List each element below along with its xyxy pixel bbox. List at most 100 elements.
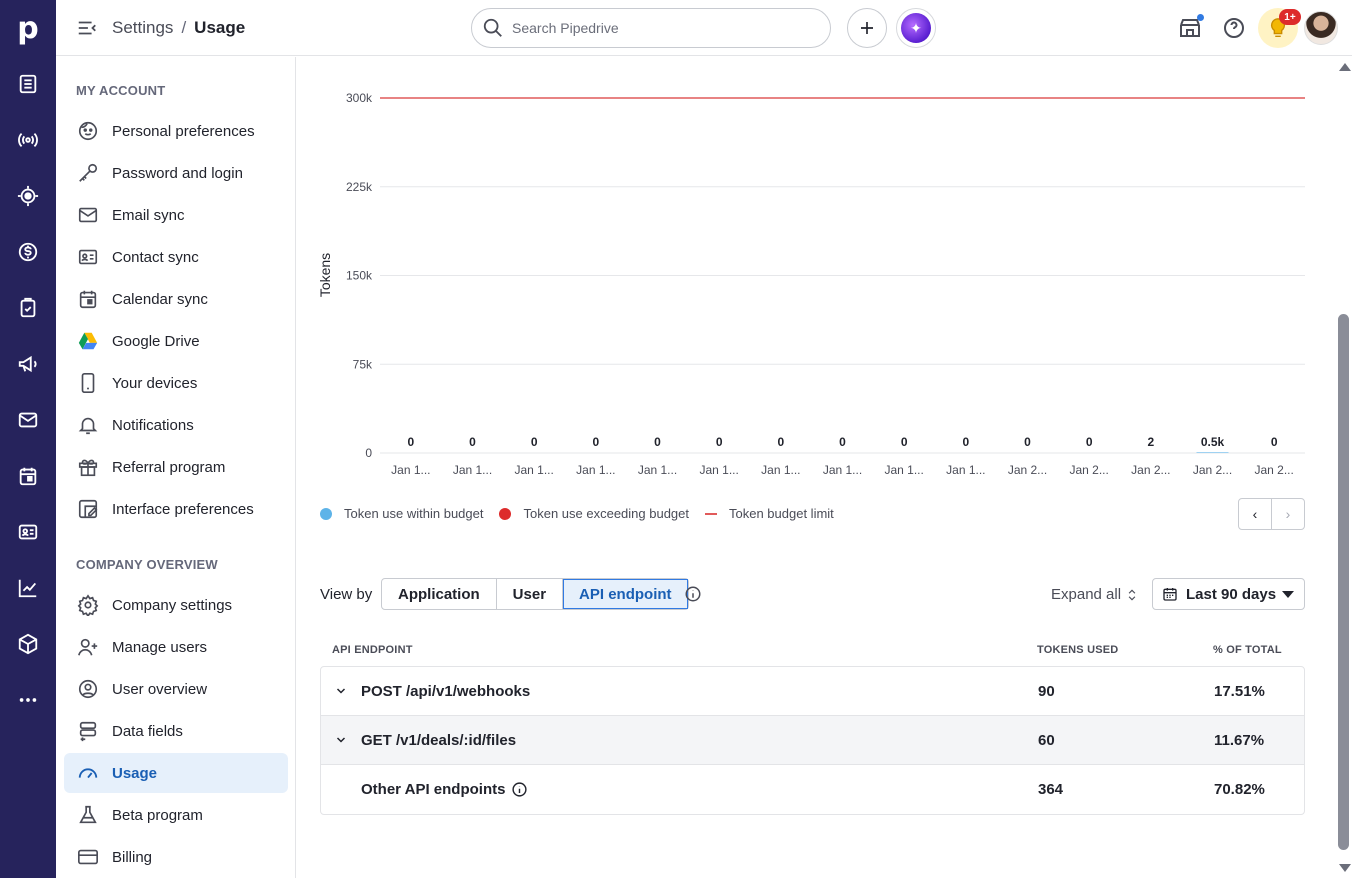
legend-exceeding-budget: Token use exceeding budget <box>499 506 689 521</box>
key-icon <box>76 161 100 185</box>
user-circle-icon <box>76 677 100 701</box>
search-box[interactable] <box>471 8 831 48</box>
sidebar-item-data-fields[interactable]: Data fields <box>64 711 288 751</box>
x-tick-label: Jan 1... <box>884 463 923 477</box>
ai-assistant-button[interactable]: ✦ <box>896 8 936 48</box>
users-icon <box>76 635 100 659</box>
pipedrive-logo[interactable]: p <box>0 0 56 56</box>
column-percent-total[interactable]: % OF TOTAL <box>1213 644 1282 656</box>
help-icon[interactable] <box>1222 16 1246 40</box>
plus-icon <box>861 22 873 34</box>
column-tokens-used[interactable]: TOKENS USED <box>1037 644 1118 656</box>
sparkle-icon: ✦ <box>901 13 931 43</box>
sidebar-item-your-devices[interactable]: Your devices <box>64 363 288 403</box>
tokens-used: 364 <box>1038 781 1064 798</box>
leads-icon[interactable] <box>0 56 56 112</box>
sidebar-item-label: Data fields <box>112 722 183 740</box>
x-tick-label: Jan 2... <box>1131 463 1170 477</box>
x-tick-label: Jan 1... <box>638 463 677 477</box>
sidebar-item-calendar-sync[interactable]: Calendar sync <box>64 279 288 319</box>
legend-budget-limit: Token budget limit <box>705 506 834 521</box>
x-tick-label: Jan 1... <box>576 463 615 477</box>
legend-label: Token use exceeding budget <box>523 506 689 521</box>
face-icon <box>76 119 100 143</box>
sidebar-item-contact-sync[interactable]: Contact sync <box>64 237 288 277</box>
target-icon[interactable] <box>0 168 56 224</box>
table-row[interactable]: POST /api/v1/webhooks 90 17.51% <box>321 667 1304 716</box>
chevron-left-icon[interactable]: ‹ <box>1239 499 1271 529</box>
expand-all-button[interactable]: Expand all <box>1051 586 1139 603</box>
page-scrollbar[interactable] <box>1336 57 1352 878</box>
collapse-menu-icon[interactable] <box>76 17 98 39</box>
chevron-right-icon[interactable]: › <box>1271 499 1304 529</box>
endpoint-name: GET /v1/deals/:id/files <box>361 732 517 749</box>
sidebar-item-beta-program[interactable]: Beta program <box>64 795 288 835</box>
column-api-endpoint[interactable]: API ENDPOINT <box>332 644 413 656</box>
sidebar-item-email-sync[interactable]: Email sync <box>64 195 288 235</box>
sidebar-item-personal-preferences[interactable]: Personal preferences <box>64 111 288 151</box>
sidebar-item-user-overview[interactable]: User overview <box>64 669 288 709</box>
avatar[interactable] <box>1304 11 1338 45</box>
add-button[interactable] <box>847 8 887 48</box>
tips-button[interactable]: 1+ <box>1258 8 1301 48</box>
x-tick-label: Jan 1... <box>946 463 985 477</box>
sidebar-item-interface-preferences[interactable]: Interface preferences <box>64 489 288 529</box>
tab-api-endpoint[interactable]: API endpoint <box>563 579 688 609</box>
bar-value-label: 0 <box>531 435 538 449</box>
sidebar-item-manage-users[interactable]: Manage users <box>64 627 288 667</box>
breadcrumb-settings[interactable]: Settings <box>112 18 173 38</box>
y-tick-label: 75k <box>353 357 373 371</box>
contacts-icon[interactable] <box>0 504 56 560</box>
percent-total: 11.67% <box>1214 732 1265 749</box>
date-range-select[interactable]: Last 90 days <box>1152 578 1305 610</box>
box-icon[interactable] <box>0 616 56 672</box>
calendar-icon <box>76 287 100 311</box>
tab-application[interactable]: Application <box>382 579 497 609</box>
sidebar-item-referral-program[interactable]: Referral program <box>64 447 288 487</box>
x-tick-label: Jan 1... <box>699 463 738 477</box>
sidebar-item-label: Personal preferences <box>112 122 255 140</box>
sidebar-item-notifications[interactable]: Notifications <box>64 405 288 445</box>
scroll-up-arrow[interactable] <box>1339 63 1351 71</box>
endpoint-name: POST /api/v1/webhooks <box>361 683 531 700</box>
scroll-thumb[interactable] <box>1338 314 1349 850</box>
search-icon <box>483 18 502 37</box>
calendar-icon[interactable] <box>0 448 56 504</box>
x-tick-label: Jan 1... <box>823 463 862 477</box>
sidebar-item-billing[interactable]: Billing <box>64 837 288 877</box>
bell-icon <box>76 413 100 437</box>
megaphone-icon[interactable] <box>0 336 56 392</box>
info-icon[interactable] <box>684 585 702 603</box>
chart-icon[interactable] <box>0 560 56 616</box>
info-icon[interactable] <box>511 781 528 798</box>
bar-value-label: 0 <box>962 435 969 449</box>
clipboard-icon[interactable] <box>0 280 56 336</box>
sidebar-item-label: Google Drive <box>112 332 200 350</box>
google-drive-icon <box>76 329 100 353</box>
marketplace-icon[interactable] <box>1178 14 1204 40</box>
sidebar-item-label: Manage users <box>112 638 208 656</box>
chevron-down-icon[interactable] <box>335 734 347 746</box>
bar-value-label: 0 <box>777 435 784 449</box>
sidebar-item-label: Referral program <box>112 458 226 476</box>
sidebar-item-company-settings[interactable]: Company settings <box>64 585 288 625</box>
sidebar-item-usage[interactable]: Usage <box>64 753 288 793</box>
dollar-icon[interactable] <box>0 224 56 280</box>
chevron-down-icon[interactable] <box>335 685 347 697</box>
table-row[interactable]: GET /v1/deals/:id/files 60 11.67% <box>321 716 1304 765</box>
caret-down-icon <box>1282 591 1294 598</box>
x-tick-label: Jan 2... <box>1008 463 1047 477</box>
mail-icon[interactable] <box>0 392 56 448</box>
x-tick-label: Jan 1... <box>391 463 430 477</box>
sidebar-item-password-login[interactable]: Password and login <box>64 153 288 193</box>
scroll-down-arrow[interactable] <box>1339 864 1351 872</box>
tokens-used: 60 <box>1038 732 1055 749</box>
sidebar-item-google-drive[interactable]: Google Drive <box>64 321 288 361</box>
search-input[interactable] <box>512 20 812 36</box>
table-row: Other API endpoints 364 70.82% <box>321 765 1304 814</box>
tab-user[interactable]: User <box>497 579 564 609</box>
legend-within-budget: Token use within budget <box>320 506 483 521</box>
broadcast-icon[interactable] <box>0 112 56 168</box>
token-usage-chart: 0 75k 150k 225k 300k Tokens 0 Jan 1... 0 Jan 1...… <box>317 91 1305 477</box>
more-icon[interactable] <box>0 672 56 728</box>
